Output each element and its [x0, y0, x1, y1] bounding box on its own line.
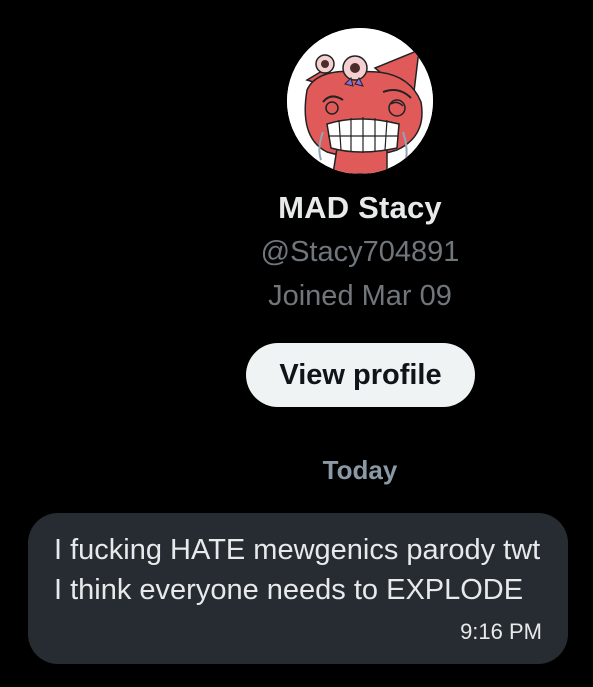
- profile-card: MAD Stacy @Stacy704891 Joined Mar 09 Vie…: [0, 0, 593, 420]
- date-divider: Today: [322, 455, 398, 485]
- angry-cat-avatar-icon: [287, 28, 433, 174]
- display-name: MAD Stacy: [278, 190, 442, 225]
- message-text: I fucking HATE mewgenics parody twt I th…: [54, 534, 541, 606]
- avatar[interactable]: [287, 28, 433, 174]
- view-profile-button[interactable]: View profile: [246, 343, 475, 407]
- message-bubble[interactable]: I fucking HATE mewgenics parody twt I th…: [28, 513, 568, 664]
- message-timestamp: 9:16 PM: [460, 619, 542, 644]
- joined-date: Joined Mar 09: [268, 280, 452, 312]
- user-handle: @Stacy704891: [260, 236, 460, 268]
